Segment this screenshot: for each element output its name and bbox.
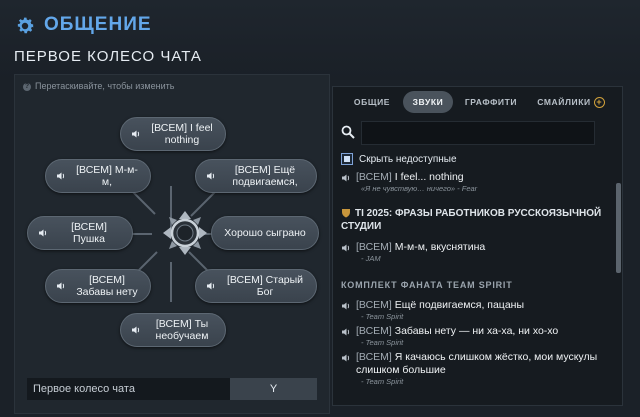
drag-hint-text: Перетаскивайте, чтобы изменить <box>35 81 175 91</box>
hotkey-button[interactable]: Y <box>230 378 317 400</box>
info-icon: ? <box>23 82 31 91</box>
page-title: ОБЩЕНИЕ <box>44 14 152 35</box>
speaker-icon <box>342 244 350 252</box>
phrase-source: - Team Spirit <box>361 312 404 321</box>
tab-emoticons[interactable]: СМАЙЛИКИ + <box>533 91 609 113</box>
speaker-icon <box>342 302 350 310</box>
search-input[interactable] <box>361 121 595 145</box>
list-item[interactable]: [ВСЕМ] Забавы нету — ни ха-ха, ни хо-хо … <box>341 325 611 347</box>
list-item[interactable]: [ВСЕМ] М-м-м, вкуснятина - JAM <box>341 241 611 263</box>
phrase-text: I feel... nothing <box>391 171 464 183</box>
wheel-slot-top[interactable]: [ВСЕМ] I feel nothing <box>120 117 226 151</box>
scrollbar[interactable] <box>616 183 621 273</box>
aegis-icon <box>342 209 350 218</box>
checkbox[interactable] <box>341 153 353 165</box>
phrase-text: Забавы нету — ни ха-ха, ни хо-хо <box>391 325 559 337</box>
speaker-icon <box>207 282 215 290</box>
tab-emoticons-label: СМАЙЛИКИ <box>537 97 591 107</box>
speaker-icon <box>342 328 350 336</box>
wheel-slot-label: [ВСЕМ] М-м-м, <box>76 164 138 188</box>
wheel-slot-label: [ВСЕМ] I feel nothing <box>151 122 213 146</box>
drag-hint: ? Перетаскивайте, чтобы изменить <box>23 81 174 91</box>
tab-general[interactable]: ОБЩИЕ <box>347 91 397 113</box>
header: ОБЩЕНИЕ ПЕРВОЕ КОЛЕСО ЧАТА <box>0 0 640 80</box>
phrase-source: «Я не чувствую… ничего» - Fear <box>361 184 478 193</box>
wheel-slot-left[interactable]: [ВСЕМ] Пушка <box>27 216 133 250</box>
chat-wheel-panel: ? Перетаскивайте, чтобы изменить [ВСЕМ] I… <box>14 74 330 414</box>
wheel-slot-bottom[interactable]: [ВСЕМ] Ты необучаем <box>120 313 226 347</box>
phrase-text: Я качаюсь слишком жёстко, мои мускулы сл… <box>356 351 598 376</box>
wheel-slot-top-left[interactable]: [ВСЕМ] М-м-м, <box>45 159 151 193</box>
list-item[interactable]: [ВСЕМ] Ещё подвигаемся, пацаны - Team Sp… <box>341 299 611 321</box>
wheel-slot-label: [ВСЕМ] Ты необучаем <box>155 318 209 342</box>
phrase-tag: [ВСЕМ] <box>356 299 392 311</box>
gear-icon <box>17 17 34 34</box>
tab-bar: ОБЩИЕ ЗВУКИ ГРАФФИТИ СМАЙЛИКИ + <box>333 91 622 113</box>
tab-graffiti[interactable]: ГРАФФИТИ <box>459 91 523 113</box>
hide-unavailable-label: Скрыть недоступные <box>359 153 457 165</box>
hide-unavailable-toggle[interactable]: Скрыть недоступные <box>341 153 457 165</box>
speaker-icon <box>207 172 215 180</box>
phrase-browser: ОБЩИЕ ЗВУКИ ГРАФФИТИ СМАЙЛИКИ + Скрыть не… <box>332 86 623 406</box>
wheel-spoke <box>170 262 172 302</box>
phrase-tag: [ВСЕМ] <box>356 171 392 183</box>
speaker-icon <box>57 282 65 290</box>
speaker-icon <box>132 130 140 138</box>
wheel-slot-label: [ВСЕМ] Пушка <box>71 221 107 245</box>
wheel-slot-right[interactable]: Хорошо сыграно <box>211 216 319 250</box>
wheel-slot-top-right[interactable]: [ВСЕМ] Ещё подвигаемся, <box>195 159 317 193</box>
wheel-slot-label: [ВСЕМ] Забавы нету <box>76 274 138 298</box>
phrase-text: Ещё подвигаемся, пацаны <box>391 299 525 311</box>
wheel-slot-bottom-left[interactable]: [ВСЕМ] Забавы нету <box>45 269 151 303</box>
speaker-icon <box>342 174 350 182</box>
phrase-tag: [ВСЕМ] <box>356 241 392 253</box>
phrase-source: - Team Spirit <box>361 338 404 347</box>
phrase-tag: [ВСЕМ] <box>356 325 392 337</box>
group-header-text: TI 2025: ФРАЗЫ РАБОТНИКОВ РУССКОЯЗЫЧНОЙ … <box>341 208 602 232</box>
search-icon <box>341 125 355 139</box>
wheel-slot-label: [ВСЕМ] Ещё подвигаемся, <box>232 164 298 188</box>
speaker-icon <box>342 354 350 362</box>
section-title: ПЕРВОЕ КОЛЕСО ЧАТА <box>14 48 202 65</box>
speaker-icon <box>132 326 140 334</box>
group-header: TI 2025: ФРАЗЫ РАБОТНИКОВ РУССКОЯЗЫЧНОЙ … <box>341 207 613 233</box>
speaker-icon <box>57 172 65 180</box>
tab-sounds[interactable]: ЗВУКИ <box>403 91 453 113</box>
phrase-source: - JAM <box>361 254 381 263</box>
wheel-slot-label: Хорошо сыграно <box>224 227 306 239</box>
phrase-source: - Team Spirit <box>361 377 404 386</box>
wheel-center-icon <box>163 211 207 255</box>
speaker-icon <box>39 229 47 237</box>
plus-badge-icon: + <box>593 97 605 109</box>
phrase-text: М-м-м, вкуснятина <box>391 241 486 253</box>
wheel-slot-bottom-right[interactable]: [ВСЕМ] Старый Бог <box>195 269 317 303</box>
wheel-name-input[interactable] <box>27 378 230 400</box>
phrase-tag: [ВСЕМ] <box>356 351 392 363</box>
list-item[interactable]: [ВСЕМ] I feel... nothing «Я не чувствую…… <box>341 171 611 193</box>
wheel-slot-label: [ВСЕМ] Старый Бог <box>226 274 304 298</box>
wheel-name-row: Y <box>27 378 317 400</box>
list-item[interactable]: [ВСЕМ] Я качаюсь слишком жёстко, мои мус… <box>341 351 611 386</box>
group-header: КОМПЛЕКТ ФАНАТА TEAM SPIRIT <box>341 280 513 290</box>
